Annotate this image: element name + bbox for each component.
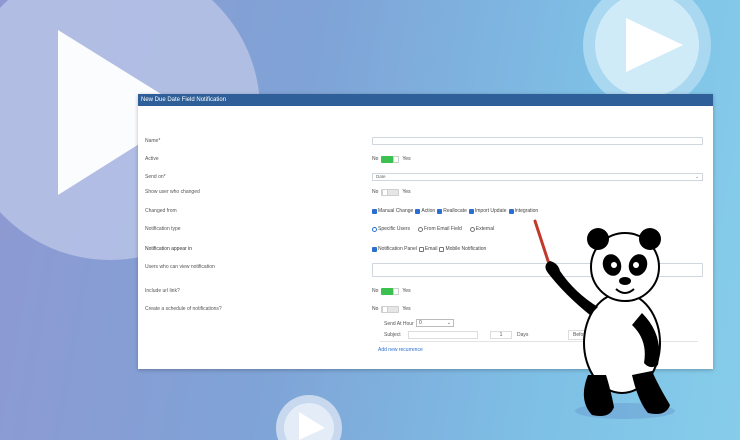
schedule-no: No [372, 306, 379, 312]
active-toggle[interactable] [381, 155, 400, 163]
checkbox-icon [468, 208, 474, 214]
changed-from-label: Changed from [145, 208, 177, 214]
schedule-toggle[interactable] [381, 305, 400, 313]
option-label: Reallocate [443, 208, 467, 214]
option-label: From Email Field [423, 226, 462, 232]
radio-icon [417, 226, 423, 232]
changed-from-option[interactable]: Manual Change [372, 208, 413, 214]
option-label: Notification Panel [378, 246, 417, 252]
show-user-toggle[interactable] [381, 188, 400, 196]
changed-from-option[interactable]: Reallocate [437, 208, 467, 214]
chevron-down-icon: ⌄ [446, 320, 451, 326]
days-value: 1 [499, 332, 503, 338]
show-user-label: Show user who changed [145, 189, 200, 195]
option-label: Mobile Notification [445, 246, 487, 252]
changed-from-option[interactable]: Action [415, 208, 435, 214]
subject-input[interactable] [408, 331, 478, 339]
active-label: Active [145, 156, 159, 162]
row-send-on: Send on* Date ⌄ [138, 171, 713, 183]
show-user-no: No [372, 189, 379, 195]
checkbox-icon [418, 246, 424, 252]
checkbox-icon [437, 208, 443, 214]
radio-icon [372, 226, 377, 232]
send-on-value: Date [376, 174, 386, 179]
send-on-label: Send on* [145, 174, 166, 180]
checkbox-icon [415, 208, 421, 214]
option-label: External [475, 226, 495, 232]
option-label: Action [421, 208, 436, 214]
changed-from-option[interactable]: Import Update [468, 208, 507, 214]
name-label: Name* [145, 138, 161, 144]
active-no: No [372, 156, 379, 162]
chevron-down-icon: ⌄ [695, 174, 699, 179]
schedule-label: Create a schedule of notifications? [145, 306, 222, 312]
checkbox-icon [508, 208, 514, 214]
option-label: Email [424, 246, 438, 252]
appear-option-panel[interactable]: Notification Panel [372, 246, 417, 252]
days-input[interactable]: 1 [490, 331, 512, 339]
option-label: Import Update [474, 208, 507, 214]
send-at-hour-label: Send At Hour [384, 321, 414, 327]
include-url-yes: Yes [402, 288, 411, 294]
appear-option-email[interactable]: Email [418, 246, 438, 252]
users-view-label: Users who can view notification [145, 264, 215, 270]
active-yes: Yes [402, 156, 411, 162]
notification-type-label: Notification type [145, 226, 181, 232]
send-at-hour-value: 0 [419, 320, 422, 326]
type-option-specific[interactable]: Specific Users [372, 226, 410, 232]
type-option-external[interactable]: External [469, 226, 495, 232]
option-label: Integration [514, 208, 539, 214]
option-label: Manual Change [378, 208, 414, 214]
send-on-select[interactable]: Date ⌄ [372, 173, 703, 181]
checkbox-icon [439, 246, 445, 252]
include-url-no: No [372, 288, 379, 294]
modal-title: New Due Date Field Notification [138, 94, 713, 106]
checkbox-icon [372, 208, 377, 214]
checkbox-icon [372, 246, 377, 252]
row-name: Name* [138, 135, 713, 147]
changed-from-option[interactable]: Integration [508, 208, 539, 214]
radio-icon [469, 226, 475, 232]
add-recurrence-link[interactable]: Add new recurrence [378, 347, 423, 353]
name-input[interactable] [372, 137, 703, 145]
appear-in-label: Notification appear in [145, 246, 192, 252]
type-option-email-field[interactable]: From Email Field [417, 226, 462, 232]
show-user-yes: Yes [402, 189, 411, 195]
include-url-toggle[interactable] [381, 287, 400, 295]
subject-label: Subject [384, 332, 401, 338]
days-label: Days [517, 332, 529, 338]
send-at-hour-select[interactable]: 0 ⌄ [416, 319, 454, 327]
appear-option-mobile[interactable]: Mobile Notification [439, 246, 486, 252]
option-label: Specific Users [378, 226, 410, 232]
row-active: Active No Yes [138, 153, 713, 165]
row-show-user: Show user who changed No Yes [138, 186, 713, 198]
schedule-yes: Yes [402, 306, 411, 312]
panda-mascot-illustration [533, 219, 675, 419]
include-url-label: Include url link? [145, 288, 180, 294]
